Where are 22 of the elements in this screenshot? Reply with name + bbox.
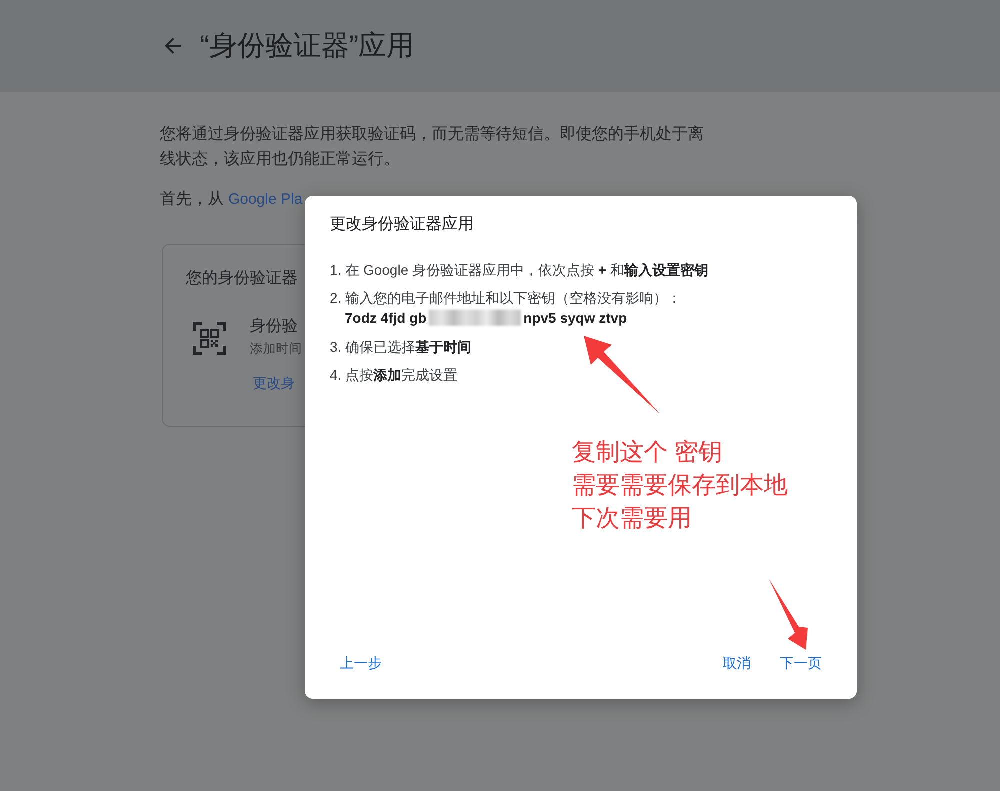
dialog-title: 更改身份验证器应用 — [330, 214, 474, 235]
step-text: 2. 输入您的电子邮件地址和以下密钥（空格没有影响）： — [330, 289, 682, 308]
back-arrow-icon[interactable] — [165, 38, 181, 54]
step-text: 3. 确保已选择基于时间 — [330, 338, 472, 357]
step-text: 4. 点按添加完成设置 — [330, 366, 458, 385]
annotation-text: 复制这个 密钥 — [572, 438, 723, 468]
annotation-arrow — [769, 579, 809, 650]
card-heading: 您的身份验证器 — [186, 269, 298, 289]
added-time-text: 添加时间 — [250, 340, 302, 358]
secret-key-text: npv5 syqw ztvp — [524, 309, 628, 328]
authenticator-name: 身份验 — [250, 317, 298, 337]
back-button[interactable]: 上一步 — [332, 646, 390, 682]
secret-key-text: 7odz 4fjd gb — [345, 309, 427, 328]
annotation-text: 下次需要用 — [572, 504, 692, 534]
next-button[interactable]: 下一页 — [772, 646, 830, 682]
step-text: 1. 在 Google 身份验证器应用中，依次点按 + 和输入设置密钥 — [330, 261, 708, 280]
page-title: “身份验证器”应用 — [200, 29, 415, 63]
annotation-text: 需要需要保存到本地 — [572, 471, 788, 501]
cancel-button[interactable]: 取消 — [715, 646, 759, 682]
qr-code-icon — [193, 322, 226, 355]
download-sentence: 首先，从 Google Pla — [160, 190, 303, 210]
intro-paragraph: 您将通过身份验证器应用获取验证码，而无需等待短信。即使您的手机处于离线状态，该应用也仍能正常运行。 — [160, 124, 705, 170]
